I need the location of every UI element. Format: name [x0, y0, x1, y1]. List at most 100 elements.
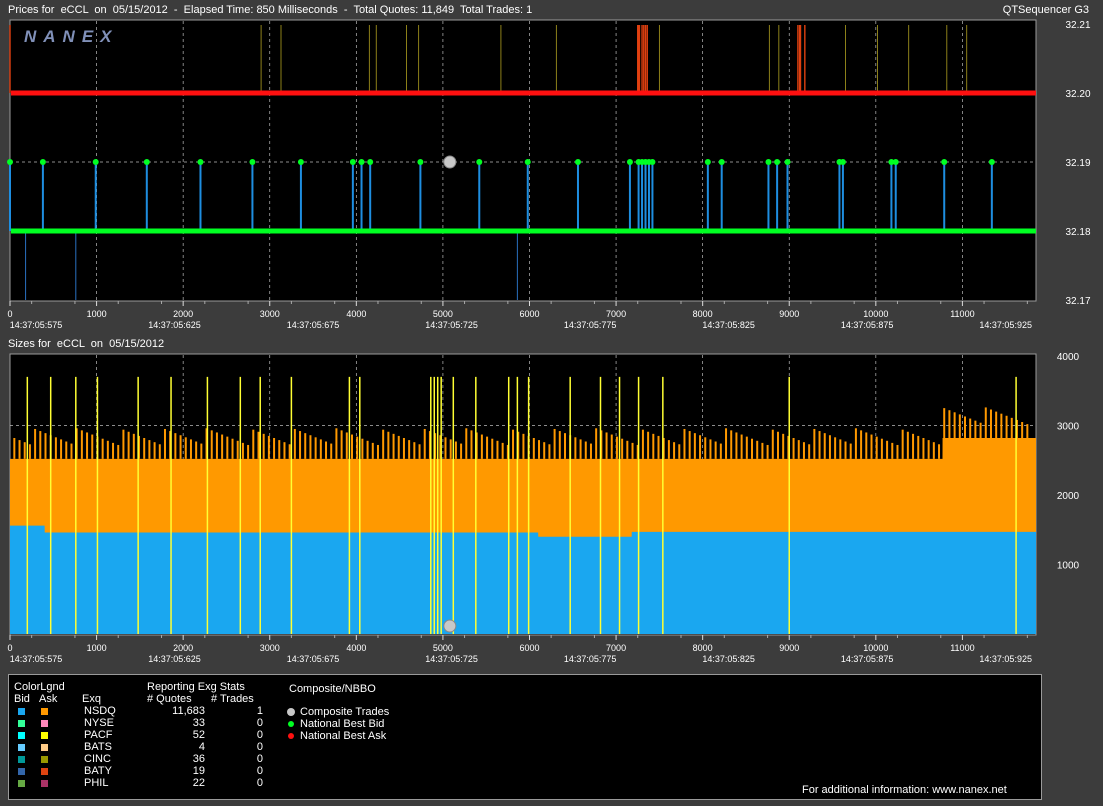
price-time-label: 14:37:05:775 — [564, 320, 617, 330]
price-bid-marker — [249, 159, 256, 165]
price-bid-marker — [349, 159, 356, 165]
legend-exq-label: Exq — [82, 693, 101, 705]
legend-exchange-trades: 0 — [256, 753, 263, 765]
legend-exchange-quotes: 19 — [192, 765, 205, 777]
composite-trade-marker — [443, 155, 457, 169]
price-bid-marker — [892, 159, 899, 165]
size-time-label: 14:37:05:825 — [702, 654, 755, 664]
size-x-tick-label: 2000 — [173, 643, 193, 653]
price-bid-marker — [626, 159, 633, 165]
size-x-tick-label: 8000 — [693, 643, 713, 653]
legend-bid-swatch — [18, 780, 25, 787]
size-time-label: 14:37:05:875 — [841, 654, 894, 664]
legend-composite-title: Composite/NBBO — [289, 683, 376, 695]
legend-exchange-name: NYSE — [84, 717, 114, 729]
legend-exchange-trades: 0 — [256, 717, 263, 729]
price-y-tick-label: 32.19 — [1065, 158, 1090, 169]
size-x-tick-label: 10000 — [863, 643, 888, 653]
legend-exchange-name: PHIL — [84, 777, 109, 789]
size-y-tick-label: 1000 — [1057, 561, 1080, 572]
price-bid-marker — [524, 159, 531, 165]
price-x-tick-label: 9000 — [779, 309, 799, 319]
price-bid-marker — [7, 159, 13, 165]
legend-trades-label: # Trades — [211, 693, 254, 705]
price-bid-marker — [839, 159, 846, 165]
size-x-tick-label: 5000 — [433, 643, 453, 653]
legend-color-title: ColorLgnd — [14, 681, 65, 693]
legend-ask-swatch — [41, 708, 48, 715]
price-time-label: 14:37:05:575 — [10, 320, 63, 330]
price-bid-marker — [197, 159, 204, 165]
size-y-tick-label: 4000 — [1057, 352, 1080, 363]
price-y-tick-label: 32.18 — [1065, 227, 1090, 238]
legend-exchange-trades: 1 — [256, 705, 263, 717]
price-time-label: 14:37:05:925 — [979, 320, 1032, 330]
price-time-label: 14:37:05:675 — [287, 320, 340, 330]
legend-composite-trades: Composite Trades — [300, 706, 390, 718]
legend-exchange-quotes: 4 — [198, 741, 205, 753]
price-x-tick-label: 2000 — [173, 309, 193, 319]
price-bid-marker — [297, 159, 304, 165]
price-bid-marker — [476, 159, 483, 165]
legend-exchange-trades: 0 — [256, 741, 263, 753]
price-x-tick-label: 11000 — [950, 309, 974, 319]
nanex-logo: NANEX — [24, 27, 119, 46]
price-bid-marker — [649, 159, 656, 165]
legend-ask-swatch — [41, 732, 48, 739]
legend-national-best-bid: National Best Bid — [300, 718, 385, 730]
price-time-label: 14:37:05:625 — [148, 320, 201, 330]
prices-plot-area — [9, 19, 1037, 302]
price-y-tick-label: 32.17 — [1065, 296, 1090, 307]
price-bid-marker — [941, 159, 948, 165]
legend-exchange-quotes: 36 — [192, 753, 205, 765]
price-x-tick-label: 10000 — [863, 309, 888, 319]
legend-exchange-name: BATS — [84, 741, 112, 753]
legend-ask-label: Ask — [39, 693, 58, 705]
legend-exchange-trades: 0 — [256, 777, 263, 789]
composite-trades-icon — [287, 708, 295, 716]
size-x-tick-label: 6000 — [519, 643, 539, 653]
legend-ask-swatch — [41, 756, 48, 763]
legend-bid-swatch — [18, 768, 25, 775]
price-bid-marker — [718, 159, 725, 165]
price-bid-marker — [574, 159, 581, 165]
legend-ask-swatch — [41, 744, 48, 751]
national-best-ask-icon — [288, 733, 294, 739]
price-bid-marker — [988, 159, 995, 165]
legend-exchange-quotes: 52 — [192, 729, 205, 741]
price-x-tick-label: 6000 — [519, 309, 539, 319]
national-best-bid-icon — [288, 721, 294, 727]
size-time-label: 14:37:05:675 — [287, 654, 340, 664]
price-x-tick-label: 4000 — [346, 309, 366, 319]
price-bid-marker — [774, 159, 781, 165]
legend-footer: For additional information: www.nanex.ne… — [802, 784, 1007, 796]
size-y-tick-label: 3000 — [1057, 422, 1080, 433]
legend-exchange-name: NSDQ — [84, 705, 116, 717]
price-x-tick-label: 1000 — [87, 309, 107, 319]
size-trade-marker — [443, 619, 457, 633]
legend-quotes-label: # Quotes — [147, 693, 192, 705]
legend-bid-swatch — [18, 744, 25, 751]
price-bid-marker — [39, 159, 46, 165]
price-y-tick-label: 32.20 — [1065, 89, 1090, 100]
legend-bid-swatch — [18, 720, 25, 727]
legend-exchange-name: CINC — [84, 753, 111, 765]
price-x-tick-label: 8000 — [693, 309, 713, 319]
price-bid-marker — [417, 159, 424, 165]
price-bid-marker — [784, 159, 791, 165]
size-x-tick-label: 9000 — [779, 643, 799, 653]
price-bid-marker — [358, 159, 365, 165]
size-time-label: 14:37:05:925 — [979, 654, 1032, 664]
size-time-label: 14:37:05:625 — [148, 654, 201, 664]
price-x-tick-label: 7000 — [606, 309, 626, 319]
legend-exchange-trades: 0 — [256, 729, 263, 741]
legend-stats-title: Reporting Exg Stats — [147, 681, 245, 693]
price-x-tick-label: 0 — [7, 309, 12, 319]
legend-national-best-ask: National Best Ask — [300, 730, 387, 742]
size-x-tick-label: 4000 — [346, 643, 366, 653]
size-x-tick-label: 1000 — [87, 643, 107, 653]
price-x-tick-label: 3000 — [260, 309, 280, 319]
legend-exchange-quotes: 22 — [192, 777, 205, 789]
legend-bid-swatch — [18, 756, 25, 763]
legend-ask-swatch — [41, 780, 48, 787]
